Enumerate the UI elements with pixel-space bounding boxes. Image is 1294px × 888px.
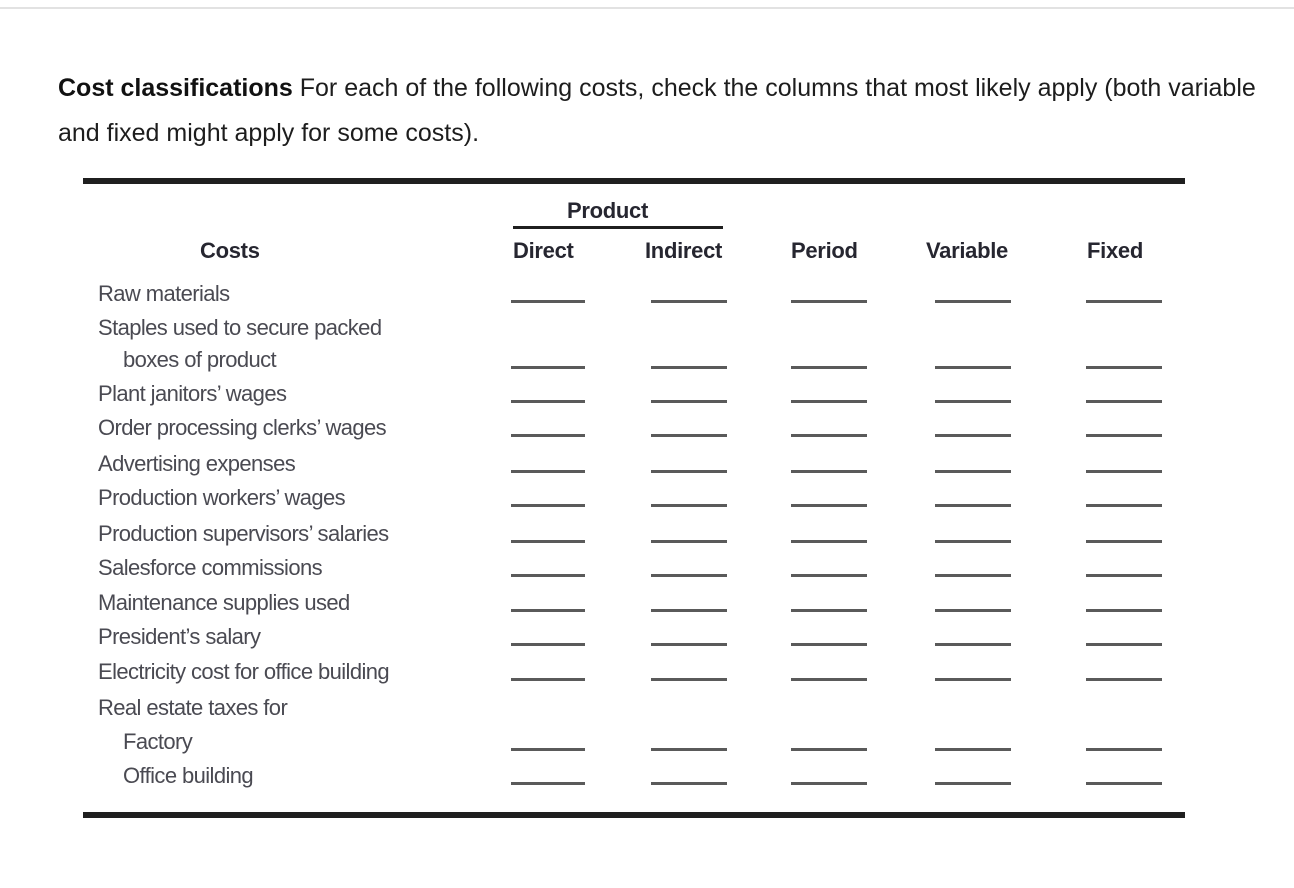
check-blank-fixed[interactable]: [1086, 504, 1162, 507]
check-blank-indirect[interactable]: [651, 748, 727, 751]
check-blank-indirect[interactable]: [651, 366, 727, 369]
check-blank-fixed[interactable]: [1086, 470, 1162, 473]
check-blank-variable[interactable]: [935, 782, 1011, 785]
check-blank-fixed[interactable]: [1086, 400, 1162, 403]
check-blank-direct[interactable]: [511, 782, 585, 785]
cost-row-label: Production workers’ wages: [98, 485, 346, 510]
check-blank-variable[interactable]: [935, 434, 1011, 437]
col-header-costs: Costs: [200, 238, 260, 263]
problem-title: Cost classifications: [58, 74, 293, 102]
check-blank-fixed[interactable]: [1086, 782, 1162, 785]
check-blank-fixed[interactable]: [1086, 609, 1162, 612]
check-blank-period[interactable]: [791, 400, 867, 403]
check-blank-fixed[interactable]: [1086, 540, 1162, 543]
cost-row-label: Staples used to secure packed: [98, 315, 382, 340]
check-blank-indirect[interactable]: [651, 643, 727, 646]
check-blank-variable[interactable]: [935, 400, 1011, 403]
check-blank-fixed[interactable]: [1086, 643, 1162, 646]
cost-row-label: boxes of product: [123, 347, 277, 372]
check-blank-period[interactable]: [791, 470, 867, 473]
check-blank-variable[interactable]: [935, 300, 1011, 303]
check-blank-indirect[interactable]: [651, 434, 727, 437]
check-blank-variable[interactable]: [935, 574, 1011, 577]
cost-row-label: Office building: [123, 763, 254, 788]
check-blank-period[interactable]: [791, 504, 867, 507]
check-blank-direct[interactable]: [511, 678, 585, 681]
check-blank-variable[interactable]: [935, 540, 1011, 543]
problem-statement: Cost classifications For each of the fol…: [58, 66, 1258, 156]
cost-row-label: Production supervisors’ salaries: [98, 521, 389, 546]
cost-row-label: Advertising expenses: [98, 451, 296, 476]
check-blank-period[interactable]: [791, 300, 867, 303]
check-blank-indirect[interactable]: [651, 574, 727, 577]
check-blank-direct[interactable]: [511, 470, 585, 473]
check-blank-direct[interactable]: [511, 400, 585, 403]
check-blank-direct[interactable]: [511, 300, 585, 303]
check-blank-variable[interactable]: [935, 470, 1011, 473]
check-blank-fixed[interactable]: [1086, 434, 1162, 437]
check-blank-period[interactable]: [791, 366, 867, 369]
check-blank-direct[interactable]: [511, 366, 585, 369]
check-blank-period[interactable]: [791, 782, 867, 785]
check-blank-fixed[interactable]: [1086, 574, 1162, 577]
cost-row-label: Factory: [123, 729, 193, 754]
check-blank-indirect[interactable]: [651, 504, 727, 507]
col-header-variable: Variable: [926, 238, 1008, 263]
col-header-indirect: Indirect: [645, 238, 723, 263]
check-blank-variable[interactable]: [935, 748, 1011, 751]
check-blank-direct[interactable]: [511, 609, 585, 612]
check-blank-direct[interactable]: [511, 748, 585, 751]
check-blank-indirect[interactable]: [651, 300, 727, 303]
check-blank-fixed[interactable]: [1086, 300, 1162, 303]
top-divider: [0, 7, 1294, 9]
check-blank-indirect[interactable]: [651, 540, 727, 543]
check-blank-variable[interactable]: [935, 366, 1011, 369]
col-header-period: Period: [791, 238, 858, 263]
col-header-direct: Direct: [513, 238, 574, 263]
check-blank-period[interactable]: [791, 678, 867, 681]
check-blank-indirect[interactable]: [651, 400, 727, 403]
check-blank-period[interactable]: [791, 609, 867, 612]
cost-row-label: Plant janitors’ wages: [98, 381, 287, 406]
check-blank-direct[interactable]: [511, 540, 585, 543]
check-blank-period[interactable]: [791, 434, 867, 437]
check-blank-direct[interactable]: [511, 574, 585, 577]
product-group-header: Product: [567, 198, 649, 223]
cost-row-label: Order processing clerks’ wages: [98, 415, 387, 440]
check-blank-indirect[interactable]: [651, 470, 727, 473]
check-blank-period[interactable]: [791, 748, 867, 751]
check-blank-variable[interactable]: [935, 678, 1011, 681]
cost-row-label: Salesforce commissions: [98, 555, 323, 580]
cost-row-label: Real estate taxes for: [98, 695, 288, 720]
check-blank-indirect[interactable]: [651, 678, 727, 681]
cost-row-label: President’s salary: [98, 624, 261, 649]
check-blank-direct[interactable]: [511, 643, 585, 646]
check-blank-fixed[interactable]: [1086, 678, 1162, 681]
cost-row-label: Maintenance supplies used: [98, 590, 350, 615]
check-blank-variable[interactable]: [935, 643, 1011, 646]
check-blank-fixed[interactable]: [1086, 748, 1162, 751]
check-blank-variable[interactable]: [935, 609, 1011, 612]
check-blank-indirect[interactable]: [651, 782, 727, 785]
cost-row-label: Raw materials: [98, 281, 230, 306]
check-blank-period[interactable]: [791, 540, 867, 543]
check-blank-direct[interactable]: [511, 434, 585, 437]
cost-row-label: Electricity cost for office building: [98, 659, 390, 684]
table-top-rule: [83, 178, 1185, 184]
product-group-underline: [513, 226, 723, 229]
check-blank-direct[interactable]: [511, 504, 585, 507]
check-blank-variable[interactable]: [935, 504, 1011, 507]
check-blank-indirect[interactable]: [651, 609, 727, 612]
table-bottom-rule: [83, 812, 1185, 818]
check-blank-period[interactable]: [791, 643, 867, 646]
check-blank-fixed[interactable]: [1086, 366, 1162, 369]
check-blank-period[interactable]: [791, 574, 867, 577]
col-header-fixed: Fixed: [1087, 238, 1143, 263]
